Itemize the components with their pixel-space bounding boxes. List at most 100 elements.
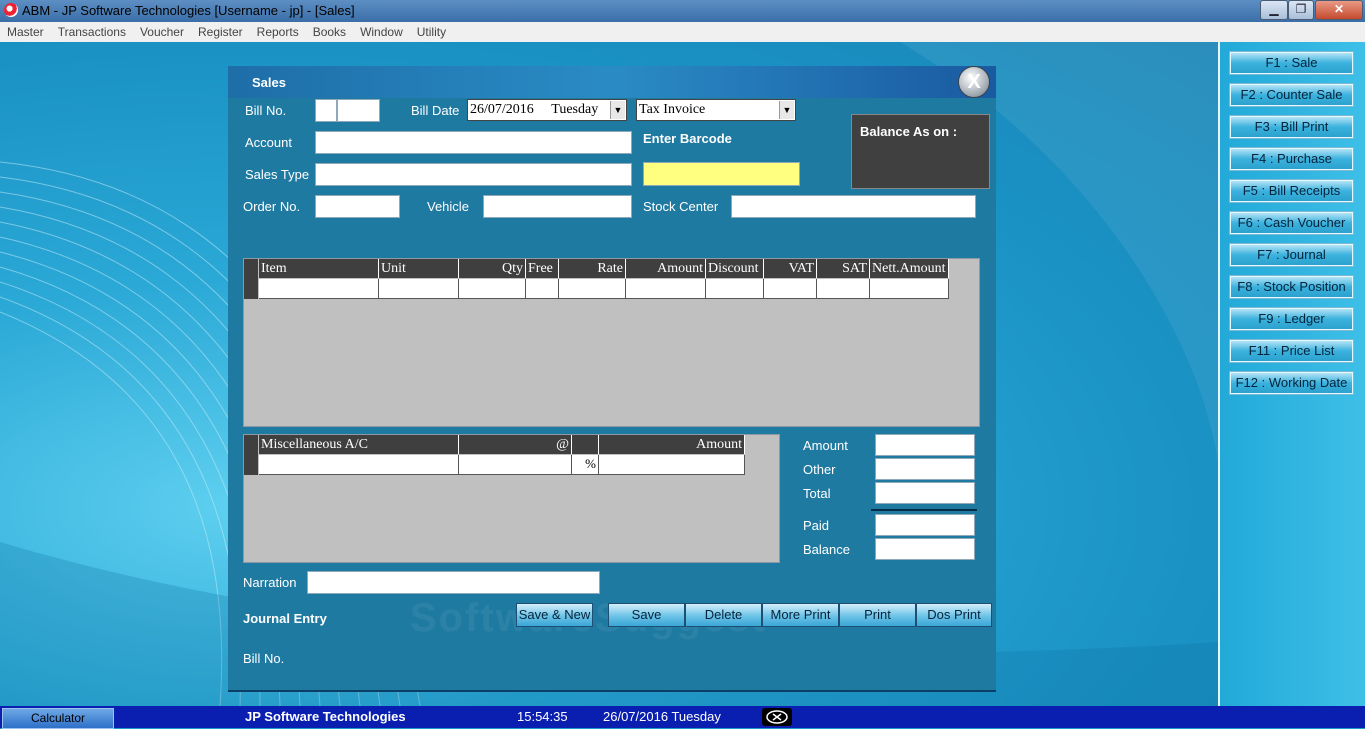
misc-amount-cell[interactable] bbox=[599, 455, 745, 475]
dos-print-button[interactable]: Dos Print bbox=[916, 603, 992, 627]
stock-center-label: Stock Center bbox=[643, 199, 719, 214]
unit-cell[interactable] bbox=[379, 279, 459, 299]
menu-utility[interactable]: Utility bbox=[410, 22, 453, 39]
misc-grid[interactable]: Miscellaneous A/C @ Amount % bbox=[243, 434, 780, 563]
col-free-header[interactable]: Free bbox=[526, 259, 559, 278]
amount-total-field[interactable] bbox=[875, 434, 975, 456]
barcode-field[interactable] bbox=[643, 162, 800, 186]
total-field[interactable] bbox=[875, 482, 975, 504]
invoice-type-select[interactable]: Tax Invoice ▼ bbox=[636, 99, 796, 121]
menu-window[interactable]: Window bbox=[353, 22, 410, 39]
col-unit-header[interactable]: Unit bbox=[379, 259, 459, 278]
enter-barcode-label: Enter Barcode bbox=[643, 131, 732, 146]
sat-cell[interactable] bbox=[817, 279, 870, 299]
menu-reports[interactable]: Reports bbox=[250, 22, 306, 39]
chevron-down-icon[interactable]: ▼ bbox=[610, 101, 625, 119]
f7-journal-button[interactable]: F7 : Journal bbox=[1229, 243, 1354, 267]
title-bar: ABM - JP Software Technologies [Username… bbox=[0, 0, 1365, 22]
f11-price-list-button[interactable]: F11 : Price List bbox=[1229, 339, 1354, 363]
qty-cell[interactable] bbox=[459, 279, 526, 299]
menu-register[interactable]: Register bbox=[191, 22, 250, 39]
col-at-header[interactable]: @ bbox=[459, 435, 572, 454]
f4-purchase-button[interactable]: F4 : Purchase bbox=[1229, 147, 1354, 171]
f8-stock-position-button[interactable]: F8 : Stock Position bbox=[1229, 275, 1354, 299]
bill-no-label: Bill No. bbox=[245, 103, 287, 118]
discount-cell[interactable] bbox=[706, 279, 764, 299]
bill-no-field[interactable] bbox=[337, 99, 380, 122]
vat-cell[interactable] bbox=[764, 279, 817, 299]
f12-working-date-button[interactable]: F12 : Working Date bbox=[1229, 371, 1354, 395]
print-button[interactable]: Print bbox=[839, 603, 916, 627]
chevron-down-icon[interactable]: ▼ bbox=[779, 101, 794, 119]
free-cell[interactable] bbox=[526, 279, 559, 299]
f5-bill-receipts-button[interactable]: F5 : Bill Receipts bbox=[1229, 179, 1354, 203]
company-name: JP Software Technologies bbox=[245, 709, 406, 724]
save-new-button[interactable]: Save & New bbox=[516, 603, 593, 627]
other-field[interactable] bbox=[875, 458, 975, 480]
more-print-button[interactable]: More Print bbox=[762, 603, 839, 627]
f9-ledger-button[interactable]: F9 : Ledger bbox=[1229, 307, 1354, 331]
account-field[interactable] bbox=[315, 131, 632, 154]
save-button[interactable]: Save bbox=[608, 603, 685, 627]
col-misc-account-header[interactable]: Miscellaneous A/C bbox=[259, 435, 459, 454]
app-icon bbox=[4, 3, 18, 17]
account-label: Account bbox=[245, 135, 292, 150]
menu-transactions[interactable]: Transactions bbox=[51, 22, 133, 39]
restore-button[interactable]: ❐ bbox=[1288, 0, 1314, 20]
item-cell[interactable] bbox=[259, 279, 379, 299]
items-grid[interactable]: Item Unit Qty Free Rate Amount Discount … bbox=[243, 258, 980, 427]
menu-books[interactable]: Books bbox=[306, 22, 353, 39]
calculator-button[interactable]: Calculator bbox=[2, 708, 114, 729]
f6-cash-voucher-button[interactable]: F6 : Cash Voucher bbox=[1229, 211, 1354, 235]
bill-date-picker[interactable]: 26/07/2016 Tuesday ▼ bbox=[467, 99, 627, 121]
f3-bill-print-button[interactable]: F3 : Bill Print bbox=[1229, 115, 1354, 139]
col-nett-amount-header[interactable]: Nett.Amount bbox=[870, 259, 949, 278]
journal-entry-label: Journal Entry bbox=[243, 611, 327, 626]
balance-field[interactable] bbox=[875, 538, 975, 560]
vehicle-field[interactable] bbox=[483, 195, 632, 218]
amount-total-label: Amount bbox=[803, 438, 848, 453]
paid-field[interactable] bbox=[875, 514, 975, 536]
delete-button[interactable]: Delete bbox=[685, 603, 762, 627]
taskbar: Calculator JP Software Technologies 15:5… bbox=[0, 706, 1365, 729]
nett-amount-cell[interactable] bbox=[870, 279, 949, 299]
narration-label: Narration bbox=[243, 575, 297, 590]
sales-type-field[interactable] bbox=[315, 163, 632, 186]
col-sat-header[interactable]: SAT bbox=[817, 259, 870, 278]
col-rate-header[interactable]: Rate bbox=[559, 259, 626, 278]
amount-cell[interactable] bbox=[626, 279, 706, 299]
col-item-header[interactable]: Item bbox=[259, 259, 379, 278]
minimize-button[interactable]: ▁ bbox=[1260, 0, 1288, 20]
misc-percent-cell[interactable]: % bbox=[572, 455, 599, 475]
bill-date-value: 26/07/2016 bbox=[470, 102, 534, 117]
bill-date-label: Bill Date bbox=[411, 103, 460, 118]
menu-master[interactable]: Master bbox=[0, 22, 51, 39]
f2-counter-sale-button[interactable]: F2 : Counter Sale bbox=[1229, 83, 1354, 107]
misc-account-cell[interactable] bbox=[259, 455, 459, 475]
balance-box: Balance As on : bbox=[851, 114, 990, 189]
col-percent-header[interactable] bbox=[572, 435, 599, 454]
col-vat-header[interactable]: VAT bbox=[764, 259, 817, 278]
row-selector[interactable] bbox=[244, 259, 258, 299]
order-no-field[interactable] bbox=[315, 195, 400, 218]
menu-voucher[interactable]: Voucher bbox=[133, 22, 191, 39]
col-amount-header[interactable]: Amount bbox=[626, 259, 706, 278]
rate-cell[interactable] bbox=[559, 279, 626, 299]
f1-sale-button[interactable]: F1 : Sale bbox=[1229, 51, 1354, 75]
function-key-panel: F1 : Sale F2 : Counter Sale F3 : Bill Pr… bbox=[1218, 42, 1365, 706]
order-no-label: Order No. bbox=[243, 199, 301, 214]
narration-field[interactable] bbox=[307, 571, 600, 594]
bill-prefix-field[interactable] bbox=[315, 99, 337, 122]
col-discount-header[interactable]: Discount bbox=[706, 259, 764, 278]
bill-day-value: Tuesday bbox=[551, 102, 599, 117]
misc-at-cell[interactable] bbox=[459, 455, 572, 475]
col-misc-amount-header[interactable]: Amount bbox=[599, 435, 745, 454]
vehicle-label: Vehicle bbox=[427, 199, 469, 214]
stock-center-field[interactable] bbox=[731, 195, 976, 218]
close-window-button[interactable]: ✕ bbox=[1315, 0, 1363, 20]
close-form-button[interactable]: X bbox=[958, 66, 990, 98]
col-qty-header[interactable]: Qty bbox=[459, 259, 526, 278]
totals-divider bbox=[871, 509, 977, 511]
exit-icon[interactable] bbox=[762, 708, 792, 726]
row-selector[interactable] bbox=[244, 435, 258, 475]
